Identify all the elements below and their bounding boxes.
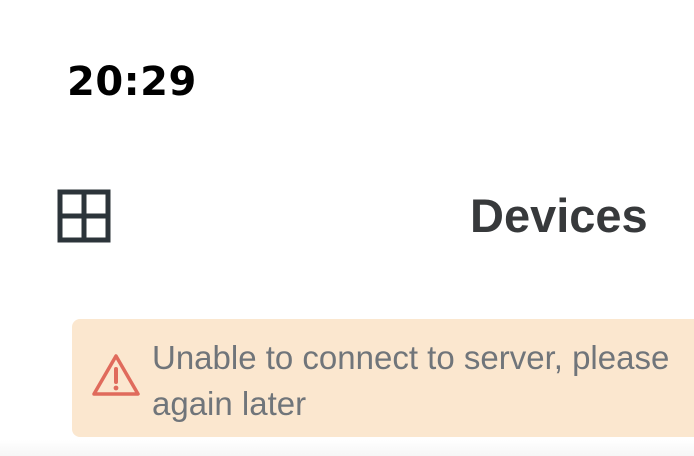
app-screen: 20:29 Devices Unable to connect to serve… [0,0,694,456]
grid-icon[interactable] [57,189,111,243]
warning-triangle-icon [91,352,141,398]
status-bar-time: 20:29 [67,59,197,105]
connection-error-banner: Unable to connect to server, please agai… [72,319,694,437]
content-area-edge [0,440,694,456]
page-title: Devices [470,189,648,242]
alert-message-line-2: again later [152,385,307,422]
alert-message-line-1: Unable to connect to server, please [152,339,670,376]
alert-message: Unable to connect to server, please agai… [152,335,694,427]
